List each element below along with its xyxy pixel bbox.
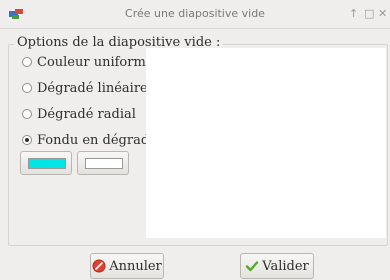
maximize-icon[interactable]: □ — [364, 0, 374, 28]
color2-button[interactable] — [77, 151, 129, 175]
checkmark-icon — [246, 261, 259, 272]
radio-label: Dégradé linéaire — [37, 80, 148, 96]
radio-label: Couleur uniforme — [37, 54, 154, 70]
title-bar: Crée une diapositive vide ↑ □ ✕ — [0, 0, 390, 29]
cancel-label: Annuler — [109, 258, 162, 274]
radio-circle[interactable] — [22, 57, 32, 67]
cancel-icon — [92, 259, 106, 273]
radio-circle[interactable] — [22, 109, 32, 119]
radio-linear-gradient[interactable]: Dégradé linéaire — [22, 79, 148, 97]
color1-button[interactable] — [20, 151, 72, 175]
radio-radial-gradient[interactable]: Dégradé radial — [22, 105, 136, 123]
slide-preview — [146, 48, 386, 238]
keep-above-icon[interactable]: ↑ — [349, 0, 358, 28]
radio-uniform-color[interactable]: Couleur uniforme — [22, 53, 154, 71]
cancel-button[interactable]: Annuler — [90, 253, 164, 279]
radio-circle-checked[interactable] — [22, 135, 32, 145]
ok-label: Valider — [262, 258, 309, 274]
color1-swatch — [28, 158, 66, 169]
radio-fade-gradient[interactable]: Fondu en dégradé — [22, 131, 157, 149]
radio-label: Fondu en dégradé — [37, 132, 157, 148]
window-title: Crée une diapositive vide — [125, 7, 265, 20]
radio-circle[interactable] — [22, 83, 32, 93]
ok-button[interactable]: Valider — [240, 253, 314, 279]
radio-label: Dégradé radial — [37, 106, 136, 122]
color2-swatch — [85, 158, 123, 169]
close-icon[interactable]: ✕ — [378, 0, 387, 28]
